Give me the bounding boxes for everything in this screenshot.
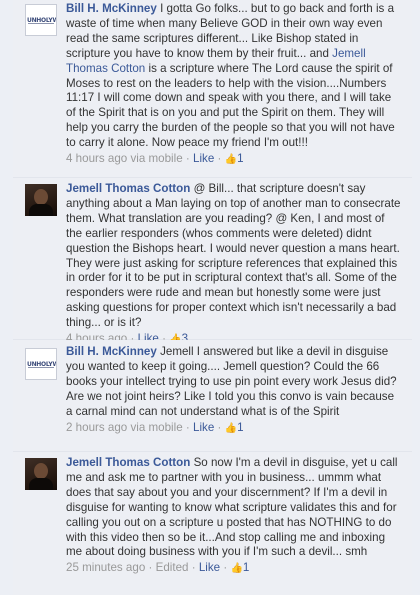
like-count: 1 — [242, 561, 250, 575]
comment-item: Jemell Thomas Cotton @ Bill... that scri… — [13, 178, 412, 345]
thumbs-up-icon: 👍 — [224, 154, 238, 166]
like-button[interactable]: Like — [193, 421, 214, 434]
comment-author-link[interactable]: Bill H. McKinney — [66, 345, 157, 358]
comment-text-part: So now I'm a devil in disguise, yet u ca… — [66, 456, 398, 559]
comment-body: Jemell Thomas Cotton @ Bill... that scri… — [66, 182, 402, 348]
comment-body: Bill H. McKinney Jemell I answered but l… — [66, 345, 402, 436]
comment-text: Jemell Thomas Cotton So now I'm a devil … — [66, 456, 402, 560]
avatar[interactable]: UNHOLYWOOD — [25, 4, 57, 36]
avatar-logo-rule — [28, 23, 54, 24]
separator: · — [217, 152, 222, 166]
avatar[interactable]: UNHOLYWOOD — [25, 348, 57, 380]
separator: · — [223, 561, 228, 575]
edited-label[interactable]: Edited — [156, 561, 189, 574]
separator: · — [148, 561, 153, 575]
comment-text: Jemell Thomas Cotton @ Bill... that scri… — [66, 182, 402, 331]
like-count-button[interactable]: 👍1 — [230, 561, 249, 574]
avatar-shirt — [29, 204, 53, 216]
comment-author-link[interactable]: Bill H. McKinney — [66, 2, 157, 15]
comment-text: Bill H. McKinney I gotta Go folks... but… — [66, 2, 402, 151]
avatar-face — [34, 463, 48, 479]
avatar-face — [34, 189, 48, 205]
like-count: 1 — [237, 152, 244, 166]
comment-body: Bill H. McKinney I gotta Go folks... but… — [66, 2, 402, 168]
separator: · — [191, 561, 196, 575]
comment-meta: 2 hours ago via mobile · Like · 👍1 — [66, 421, 402, 437]
comment-text: Bill H. McKinney Jemell I answered but l… — [66, 345, 402, 420]
thumbs-up-icon: 👍 — [224, 422, 238, 434]
like-count-button[interactable]: 👍1 — [225, 152, 244, 165]
separator: · — [217, 420, 222, 434]
avatar[interactable] — [25, 184, 57, 216]
comment-feed: UNHOLYWOOD Bill H. McKinney I gotta Go f… — [0, 0, 420, 595]
like-button[interactable]: Like — [199, 561, 220, 574]
comment-item: Jemell Thomas Cotton So now I'm a devil … — [13, 452, 412, 595]
comment-timestamp[interactable]: 4 hours ago via mobile — [66, 152, 183, 165]
comment-meta: 25 minutes ago · Edited · Like · 👍1 — [66, 561, 402, 577]
separator: · — [185, 152, 190, 166]
comment-item: UNHOLYWOOD Bill H. McKinney Jemell I ans… — [13, 340, 412, 452]
comment-author-link[interactable]: Jemell Thomas Cotton — [66, 182, 190, 195]
like-count-button[interactable]: 👍1 — [225, 421, 244, 434]
comment-timestamp[interactable]: 25 minutes ago — [66, 561, 145, 574]
comment-meta: 4 hours ago via mobile · Like · 👍1 — [66, 152, 402, 168]
comment-text-part: @ Bill... that scripture doesn't say any… — [66, 182, 401, 330]
avatar[interactable] — [25, 458, 57, 490]
avatar-shirt — [29, 478, 53, 490]
comment-body: Jemell Thomas Cotton So now I'm a devil … — [66, 456, 402, 577]
like-button[interactable]: Like — [193, 152, 214, 165]
comment-item: UNHOLYWOOD Bill H. McKinney I gotta Go f… — [13, 0, 412, 178]
separator: · — [185, 420, 190, 434]
comment-timestamp[interactable]: 2 hours ago via mobile — [66, 421, 183, 434]
avatar-logo-text: UNHOLYWOOD — [27, 17, 56, 24]
comment-author-link[interactable]: Jemell Thomas Cotton — [66, 456, 190, 469]
avatar-logo-rule — [28, 367, 54, 368]
avatar-logo-text: UNHOLYWOOD — [27, 361, 56, 368]
thumbs-up-icon: 👍 — [230, 563, 243, 575]
like-count: 1 — [237, 420, 244, 434]
